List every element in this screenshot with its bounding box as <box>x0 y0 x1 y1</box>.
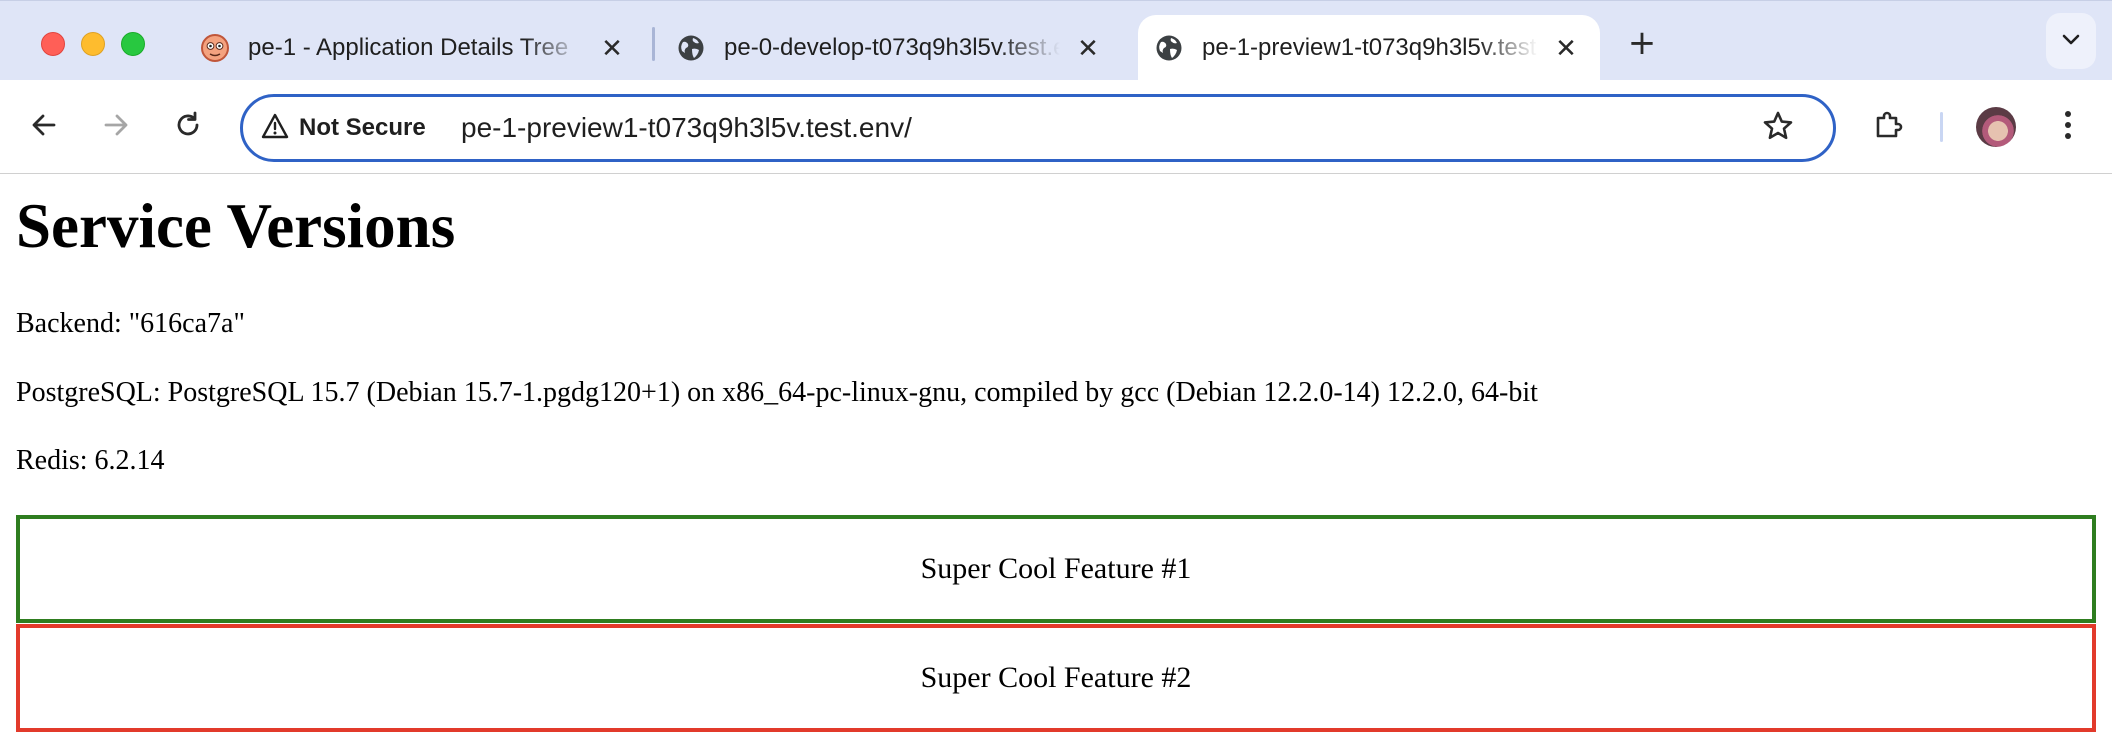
globe-icon <box>1154 33 1184 63</box>
arrow-left-icon <box>30 111 58 144</box>
browser-tab-1[interactable]: pe-1 - Application Details Tree ✕ <box>200 15 628 81</box>
feature-box-1: Super Cool Feature #1 <box>16 515 2096 623</box>
toolbar-divider <box>1940 112 1943 142</box>
browser-tab-2[interactable]: pe-0-develop-t073q9h3l5v.test.env ✕ <box>676 15 1104 81</box>
more-vertical-icon <box>2063 110 2073 145</box>
browser-menu-button[interactable] <box>2043 102 2093 152</box>
window-zoom-button[interactable] <box>121 32 145 56</box>
tab-search-button[interactable] <box>2046 13 2096 69</box>
feature-label: Super Cool Feature #2 <box>920 661 1192 694</box>
backend-version: Backend: "616ca7a" <box>16 308 245 339</box>
forward-button[interactable] <box>91 102 141 152</box>
browser-tab-3-active[interactable]: pe-1-preview1-t073q9h3l5v.test.env ✕ <box>1138 15 1600 81</box>
profile-avatar[interactable] <box>1976 107 2016 147</box>
puzzle-piece-icon <box>1873 109 1905 146</box>
reload-icon <box>173 110 203 145</box>
new-tab-button[interactable]: + <box>1622 23 1662 63</box>
feature-box-2: Super Cool Feature #2 <box>16 624 2096 732</box>
page-content: Service Versions Backend: "616ca7a" Post… <box>0 174 2112 756</box>
tab-title: pe-0-develop-t073q9h3l5v.test.env <box>724 34 1060 61</box>
star-icon <box>1762 110 1794 147</box>
address-bar[interactable]: Not Secure pe-1-preview1-t073q9h3l5v.tes… <box>240 94 1836 162</box>
bookmark-button[interactable] <box>1753 103 1803 153</box>
warning-icon <box>261 113 289 144</box>
tab-strip: pe-1 - Application Details Tree ✕ pe-0-d… <box>0 0 2112 81</box>
postgresql-version: PostgreSQL: PostgreSQL 15.7 (Debian 15.7… <box>16 377 1538 408</box>
url-text[interactable]: pe-1-preview1-t073q9h3l5v.test.env/ <box>461 97 912 159</box>
arrow-right-icon <box>102 111 130 144</box>
page-title: Service Versions <box>16 191 456 261</box>
extensions-button[interactable] <box>1864 102 1914 152</box>
security-label: Not Secure <box>299 114 426 141</box>
reload-button[interactable] <box>163 102 213 152</box>
window-minimize-button[interactable] <box>81 32 105 56</box>
chevron-down-icon <box>2061 32 2081 51</box>
browser-toolbar: Not Secure pe-1-preview1-t073q9h3l5v.tes… <box>0 80 2112 174</box>
tab-close-icon[interactable]: ✕ <box>596 32 628 64</box>
window-close-button[interactable] <box>41 32 65 56</box>
tab-close-icon[interactable]: ✕ <box>1550 32 1582 64</box>
globe-icon <box>676 33 706 63</box>
argo-mascot-icon <box>200 33 230 63</box>
tab-close-icon[interactable]: ✕ <box>1072 32 1104 64</box>
redis-version: Redis: 6.2.14 <box>16 445 165 476</box>
tab-title: pe-1-preview1-t073q9h3l5v.test.env <box>1202 34 1538 61</box>
back-button[interactable] <box>19 102 69 152</box>
tab-title: pe-1 - Application Details Tree <box>248 34 569 61</box>
feature-label: Super Cool Feature #1 <box>920 552 1192 585</box>
site-security-chip[interactable]: Not Secure <box>261 97 426 159</box>
tab-separator <box>652 27 655 61</box>
